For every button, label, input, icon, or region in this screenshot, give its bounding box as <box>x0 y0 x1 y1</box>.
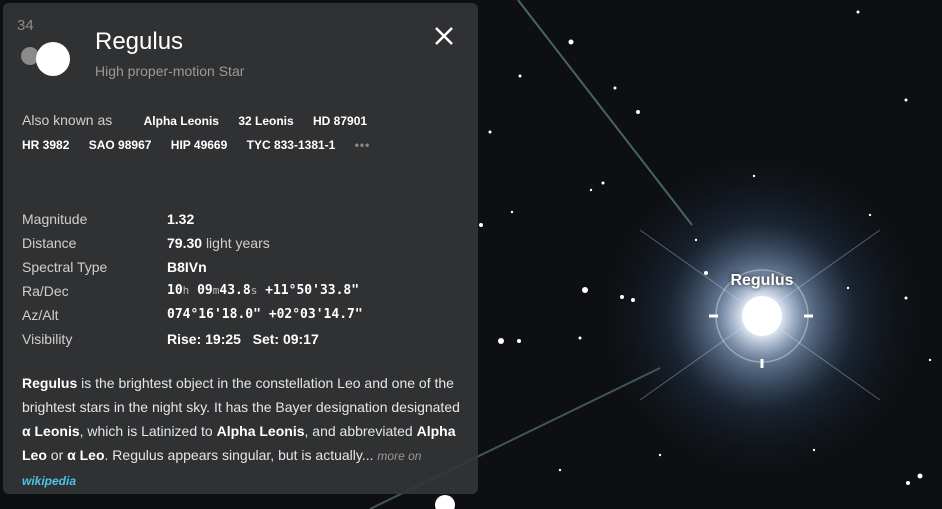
aka-name: HD 87901 <box>313 114 368 128</box>
star-description: Regulus is the brightest object in the c… <box>22 371 462 493</box>
more-icon[interactable]: ••• <box>355 138 371 152</box>
spectral-row: Spectral Type B8IVn <box>22 255 363 279</box>
desc-text: . Regulus appears singular, but is actua… <box>104 447 378 463</box>
aka-name: SAO 98967 <box>88 138 152 152</box>
aka-name: HR 3982 <box>22 138 70 152</box>
ra-seconds-unit: s <box>250 284 258 297</box>
magnitude-label: Magnitude <box>22 211 88 227</box>
star-subtitle: High proper-motion Star <box>95 63 245 79</box>
corner-number: 34 <box>17 17 34 34</box>
aka-label: Also known as <box>22 112 113 128</box>
set-time: Set: 09:17 <box>252 331 319 347</box>
desc-bold: α Leo <box>67 447 105 463</box>
distance-label: Distance <box>22 235 77 251</box>
azalt-value: 074°16'18.0" +02°03'14.7" <box>167 303 363 327</box>
close-icon <box>435 27 453 45</box>
azalt-label: Az/Alt <box>22 307 59 323</box>
radec-row: Ra/Dec 10h 09m43.8s +11°50'33.8" <box>22 279 363 303</box>
ra-hours-unit: h <box>182 284 190 297</box>
aka-name: HIP 49669 <box>170 138 228 152</box>
desc-bold: α Leonis <box>22 423 80 439</box>
az-value: 074°16'18.0" <box>167 307 261 322</box>
distance-value: 79.30 light years <box>167 231 270 255</box>
visibility-row: Visibility Rise: 19:25 Set: 09:17 <box>22 327 363 351</box>
ra-minutes: 09 <box>197 283 213 298</box>
visibility-value: Rise: 19:25 Set: 09:17 <box>167 327 319 351</box>
radec-value: 10h 09m43.8s +11°50'33.8" <box>167 279 359 303</box>
ra-seconds: 43.8 <box>219 283 251 298</box>
aka-name: TYC 833-1381-1 <box>246 138 336 152</box>
star-properties: Magnitude 1.32 Distance 79.30 light year… <box>22 207 363 351</box>
dec-value: +11°50'33.8" <box>265 283 360 298</box>
star-title: Regulus <box>95 28 184 55</box>
desc-text: , which is Latinized to <box>79 423 217 439</box>
azalt-row: Az/Alt 074°16'18.0" +02°03'14.7" <box>22 303 363 327</box>
distance-row: Distance 79.30 light years <box>22 231 363 255</box>
desc-text: , and abbreviated <box>304 423 417 439</box>
desc-text: is the brightest object in the constella… <box>22 375 460 415</box>
spectral-value: B8IVn <box>167 259 207 275</box>
aka-name: 32 Leonis <box>238 114 294 128</box>
spectral-label: Spectral Type <box>22 259 108 275</box>
distance-unit: light years <box>205 235 270 251</box>
ra-hours: 10 <box>167 283 183 298</box>
wikipedia-link[interactable]: wikipedia <box>22 474 76 488</box>
alt-value: +02°03'14.7" <box>268 307 363 322</box>
more-on-label: more on <box>377 449 422 463</box>
radec-label: Ra/Dec <box>22 283 69 299</box>
desc-bold: Regulus <box>22 375 78 391</box>
star-info-panel: 34 Regulus High proper-motion Star Also … <box>3 3 478 494</box>
rise-time: Rise: 19:25 <box>167 331 241 347</box>
magnitude-row: Magnitude 1.32 <box>22 207 363 231</box>
aka-name: Alpha Leonis <box>143 114 219 128</box>
distance-number: 79.30 <box>167 235 203 251</box>
close-button[interactable] <box>429 21 459 51</box>
desc-bold: Alpha Leonis <box>216 423 305 439</box>
also-known-as: Also known as Alpha Leonis 32 Leonis HD … <box>22 108 442 157</box>
magnitude-value: 1.32 <box>167 211 195 227</box>
sky-star-label[interactable]: Regulus <box>700 272 824 290</box>
star-regulus[interactable] <box>742 296 782 336</box>
moon-icon <box>21 42 70 76</box>
desc-text: or <box>46 447 68 463</box>
visibility-label: Visibility <box>22 331 73 347</box>
